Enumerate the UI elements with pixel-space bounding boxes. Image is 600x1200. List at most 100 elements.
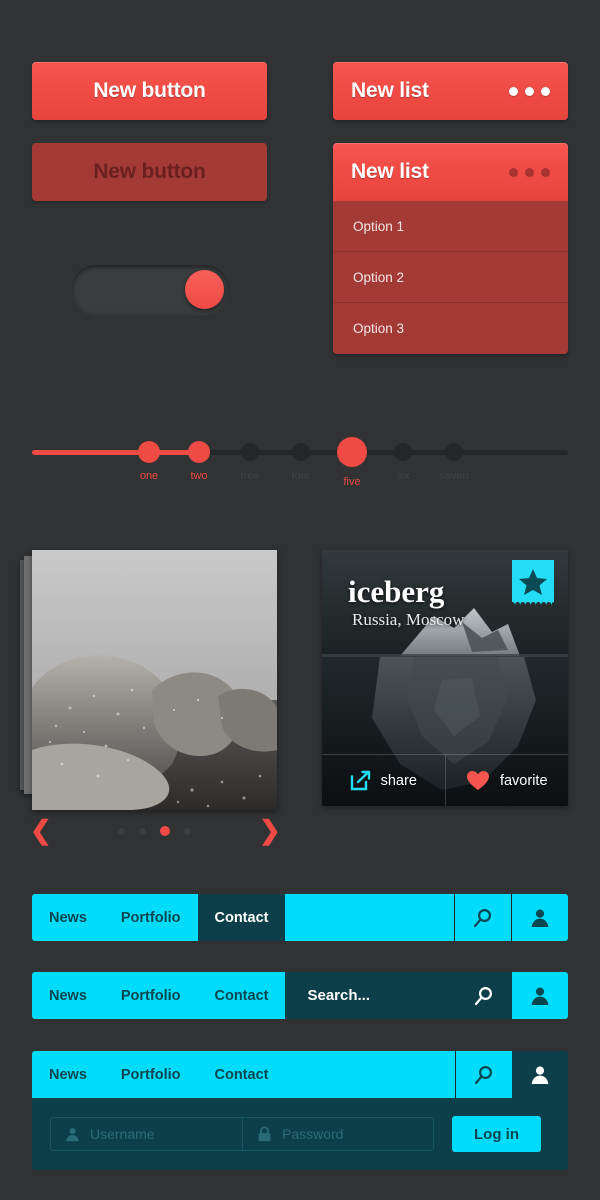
favorite-button[interactable]: favorite [444,755,569,806]
new-list-expanded-header[interactable]: New list [333,143,568,201]
chevron-right-icon[interactable]: ❯ [259,817,281,843]
list-item[interactable]: Option 2 [333,252,568,303]
list-item-label: Option 2 [353,269,405,285]
carousel-photo[interactable] [32,550,277,810]
navbar-3[interactable]: News Portfolio Contact [32,1051,568,1098]
slider-label-six: six [396,470,410,482]
slider-label-one: one [139,470,159,482]
slider-label-five: five [343,476,361,488]
user-icon [66,1127,79,1141]
ellipsis-icon[interactable] [509,167,550,177]
slider-node-one[interactable] [138,441,160,463]
slider-node-five[interactable] [337,437,367,467]
star-bookmark-icon[interactable] [507,560,554,617]
card-title: iceberg [348,574,445,609]
nav-link-contact[interactable]: Contact [198,1051,286,1098]
chevron-left-icon[interactable]: ❮ [30,817,52,843]
search-button[interactable] [456,1051,512,1098]
password-placeholder: Password [282,1126,344,1142]
heart-icon [466,771,489,790]
nav-link-label: News [49,987,87,1004]
nav-link-news[interactable]: News [32,1051,104,1098]
new-list-collapsed-title: New list [351,79,429,102]
nav-link-news[interactable]: News [32,972,104,1019]
search-input-placeholder: Search... [307,987,371,1004]
slider-fill [32,450,200,455]
favorite-label: favorite [499,772,548,789]
carousel-dot-2[interactable] [139,827,146,835]
nav-link-label: Portfolio [120,909,181,926]
navbar-1[interactable]: News Portfolio Contact [32,894,568,941]
username-field[interactable]: Username [50,1117,242,1151]
navbar-1-links: News Portfolio Contact [32,894,286,941]
nav-link-label: Contact [214,987,269,1004]
nav-link-portfolio[interactable]: Portfolio [104,1051,198,1098]
search-button[interactable] [455,894,511,941]
search-icon [473,908,492,927]
nav-link-label: Contact [214,1066,269,1083]
nav-link-label: Portfolio [120,1066,181,1083]
slider-label-free: free [240,470,260,482]
share-label: share [380,772,417,789]
carousel-dot-1[interactable] [118,827,125,835]
step-slider[interactable]: one two free four five six seven [32,432,568,488]
share-icon [350,770,370,791]
slider-node-seven[interactable] [445,443,463,461]
toggle-switch[interactable] [72,265,229,314]
carousel-dot-4[interactable] [184,827,191,835]
card-actions: share favorite [322,754,568,806]
card-subtitle: Russia, Moscow [352,610,465,629]
search-icon [474,1065,493,1084]
new-button-primary-label: New button [93,79,206,102]
navbar-2-links: News Portfolio Contact [32,972,286,1019]
user-button[interactable] [512,972,568,1019]
new-button-disabled-label: New button [93,160,206,183]
list-item[interactable]: Option 3 [333,303,568,354]
slider-node-free[interactable] [241,443,259,461]
new-list-collapsed-header[interactable]: New list [333,62,568,120]
nav-link-contact[interactable]: Contact [198,972,286,1019]
username-placeholder: Username [90,1126,155,1142]
photo-carousel[interactable]: ❮ ❯ [0,540,300,850]
ui-kit-page: New button New button New list New list … [0,0,600,1200]
password-field[interactable]: Password [242,1117,434,1151]
slider-node-four[interactable] [292,443,310,461]
list-item[interactable]: Option 1 [333,201,568,252]
user-icon [531,909,549,927]
user-button[interactable] [512,1051,568,1098]
nav-link-contact[interactable]: Contact [197,894,286,941]
nav-link-portfolio[interactable]: Portfolio [104,894,198,941]
lock-icon [258,1126,271,1142]
login-button[interactable]: Log in [452,1116,541,1152]
list-item-label: Option 1 [353,218,405,234]
ellipsis-icon[interactable] [509,86,550,96]
user-icon [531,987,549,1005]
new-button-primary[interactable]: New button [32,62,267,120]
slider-node-two[interactable] [188,441,210,463]
login-panel: Username Password Log in [32,1098,568,1170]
nav-link-label: Portfolio [120,987,181,1004]
login-button-label: Log in [474,1125,519,1143]
user-icon [531,1066,549,1084]
user-button[interactable] [512,894,568,941]
share-button[interactable]: share [322,755,445,806]
search-icon [474,986,493,1005]
carousel-dots[interactable] [118,826,191,836]
nav-link-label: News [49,1066,87,1083]
navbar-3-links: News Portfolio Contact [32,1051,286,1098]
new-list-expanded-title: New list [351,160,429,183]
search-button[interactable] [456,972,512,1019]
new-button-disabled[interactable]: New button [32,143,267,201]
navbar-1-spacer [285,894,454,941]
navbar-2[interactable]: News Portfolio Contact Search... [32,972,568,1019]
carousel-dot-3[interactable] [160,826,170,836]
nav-link-label: News [49,909,87,926]
nav-link-portfolio[interactable]: Portfolio [104,972,198,1019]
iceberg-card[interactable]: iceberg Russia, Moscow share favorite [322,550,568,806]
slider-label-two: two [190,470,208,482]
nav-link-news[interactable]: News [32,894,104,941]
slider-node-six[interactable] [394,443,412,461]
search-input[interactable]: Search... [285,972,456,1019]
new-list-options: Option 1 Option 2 Option 3 [333,201,568,354]
toggle-knob[interactable] [185,270,224,309]
